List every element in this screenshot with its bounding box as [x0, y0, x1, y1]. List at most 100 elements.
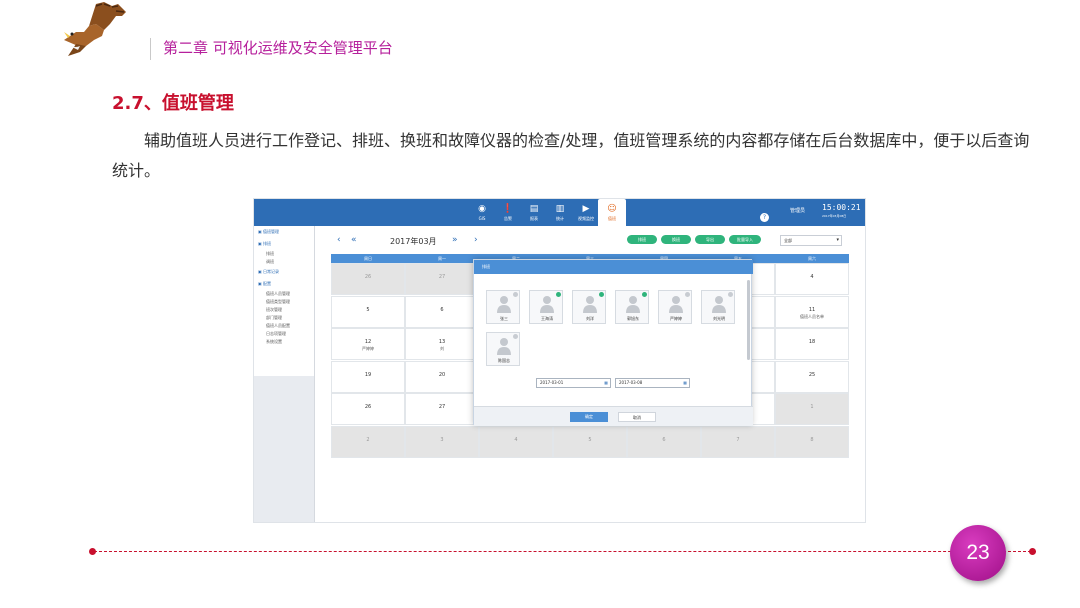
day-number: 8: [810, 437, 814, 443]
toolbar-button[interactable]: 排班: [627, 235, 657, 244]
day-number: 4: [810, 274, 814, 280]
person-card[interactable]: 陈国志: [486, 332, 520, 366]
day-number: 7: [736, 437, 740, 443]
cancel-button[interactable]: 取消: [618, 412, 656, 422]
calendar-day[interactable]: 5: [553, 426, 627, 458]
sidebar-item[interactable]: 调班: [266, 259, 274, 265]
end-date-field[interactable]: 2017-03-08 ▦: [615, 378, 690, 388]
toolbar-button[interactable]: 批量导入: [729, 235, 761, 244]
calendar-day[interactable]: 27: [405, 393, 479, 426]
avatar-icon: [583, 296, 597, 313]
day-number: 6: [662, 437, 666, 443]
sidebar-group[interactable]: ▣ 配置: [258, 281, 271, 287]
nav-label: 告警: [504, 215, 512, 221]
calendar-day[interactable]: 2: [331, 426, 405, 458]
user-name[interactable]: 管理员: [790, 207, 805, 214]
calendar-day[interactable]: 4: [775, 263, 849, 295]
end-date-value: 2017-03-08: [619, 380, 643, 385]
calendar-icon: ▦: [683, 380, 687, 385]
status-dot: [728, 292, 733, 297]
sidebar-item[interactable]: 值班人员管理: [266, 291, 290, 297]
day-number: 12: [364, 339, 372, 346]
dialog-footer: 确定 取消: [474, 406, 753, 426]
calendar-day[interactable]: 8: [775, 426, 849, 458]
nav-item-report[interactable]: ▤ 报表: [520, 199, 548, 226]
duty-app-screenshot: ◉ GIS ❗ 告警 ▤ 报表 ▥ 统计 ▶ 视频监控 ☺ 值班 ? 管理员 15:00:21 201…: [253, 198, 866, 523]
section-body: 辅助值班人员进行工作登记、排班、换班和故障仪器的检查/处理，值班管理系统的内容都…: [112, 131, 1030, 180]
sidebar-item[interactable]: 系统设置: [266, 339, 282, 345]
avatar-icon: [626, 296, 640, 313]
chevron-down-icon: ▾: [836, 237, 839, 243]
person-card[interactable]: 王海涛: [529, 290, 563, 324]
person-card[interactable]: 刘洋: [572, 290, 606, 324]
sidebar-item[interactable]: 排班: [266, 251, 274, 257]
nav-label: 视频监控: [578, 215, 594, 221]
status-dot: [685, 292, 690, 297]
calendar-day[interactable]: 20: [405, 360, 479, 393]
calendar-weekday: 周六: [808, 256, 816, 261]
day-number: 13: [438, 339, 446, 346]
duty-icon: ☺: [607, 203, 617, 214]
day-number: 26: [364, 404, 372, 411]
nav-item-alert[interactable]: ❗ 告警: [494, 199, 522, 226]
help-icon[interactable]: ?: [760, 204, 769, 223]
prev-year-button[interactable]: «: [351, 235, 357, 245]
nav-item-stats[interactable]: ▥ 统计: [546, 199, 574, 226]
prev-month-button[interactable]: ‹: [337, 235, 341, 245]
calendar-day[interactable]: 18: [775, 328, 849, 361]
sidebar-item[interactable]: 班次管理: [266, 307, 282, 313]
sidebar-item[interactable]: 值班类型管理: [266, 299, 290, 305]
person-card[interactable]: 郭旭东: [615, 290, 649, 324]
footer-divider: [94, 551, 1036, 552]
person-name: 刘光明: [713, 316, 725, 321]
toolbar-button[interactable]: 导出: [695, 235, 725, 244]
day-number: 27: [438, 274, 446, 280]
chapter-title: 第二章 可视化运维及安全管理平台: [163, 39, 393, 57]
nav-item-map-pin[interactable]: ◉ GIS: [468, 199, 496, 226]
day-number: 1: [810, 404, 814, 411]
header-separator: [150, 38, 151, 60]
sidebar-item[interactable]: 日志项管理: [266, 331, 286, 337]
calendar-day[interactable]: 26: [331, 263, 405, 295]
person-card[interactable]: 张三: [486, 290, 520, 324]
calendar-day[interactable]: 11 值班人员名单: [775, 295, 849, 328]
calendar-day[interactable]: 12 严婷婷: [331, 328, 405, 361]
calendar-day[interactable]: 13 刘: [405, 328, 479, 361]
filter-select[interactable]: 全部 ▾: [780, 235, 842, 246]
calendar-day[interactable]: 7: [701, 426, 775, 458]
day-number: 6: [440, 306, 444, 313]
sidebar-group[interactable]: ▣ 排班: [258, 241, 271, 247]
start-date-field[interactable]: 2017-03-01 ▦: [536, 378, 611, 388]
person-card[interactable]: 刘光明: [701, 290, 735, 324]
next-year-button[interactable]: »: [452, 235, 458, 245]
calendar-day[interactable]: 3: [405, 426, 479, 458]
clock-date: 2017年03月08日: [822, 214, 847, 218]
nav-item-transport[interactable]: ▶ 视频监控: [572, 199, 600, 226]
person-card[interactable]: 严婷婷: [658, 290, 692, 324]
nav-label: 统计: [556, 215, 564, 221]
avatar-icon: [497, 338, 511, 355]
person-name: 刘洋: [586, 316, 594, 321]
calendar-day[interactable]: 6: [405, 295, 479, 328]
sidebar-group[interactable]: ▣ 值班管理: [258, 229, 279, 235]
calendar-day[interactable]: 25: [775, 360, 849, 393]
confirm-button[interactable]: 确定: [570, 412, 608, 422]
calendar-day[interactable]: 19: [331, 360, 405, 393]
page-number: 23: [950, 525, 1006, 581]
calendar-day[interactable]: 4: [479, 426, 553, 458]
sidebar-group[interactable]: ▣ 日常记录: [258, 269, 279, 275]
calendar-day[interactable]: 26: [331, 393, 405, 426]
nav-item-duty[interactable]: ☺ 值班: [598, 199, 626, 226]
calendar-day[interactable]: 1: [775, 393, 849, 426]
person-name: 王海涛: [541, 316, 553, 321]
sidebar-item[interactable]: 部门管理: [266, 315, 282, 321]
dialog-scrollbar[interactable]: [747, 280, 750, 360]
day-number: 20: [438, 371, 446, 378]
toolbar-button[interactable]: 换班: [661, 235, 691, 244]
calendar-day[interactable]: 6: [627, 426, 701, 458]
day-number: 3: [440, 437, 444, 443]
calendar-day[interactable]: 5: [331, 295, 405, 328]
sidebar-item[interactable]: 值班人员配置: [266, 323, 290, 329]
next-month-button[interactable]: ›: [474, 235, 478, 245]
calendar-day[interactable]: 27: [405, 263, 479, 295]
